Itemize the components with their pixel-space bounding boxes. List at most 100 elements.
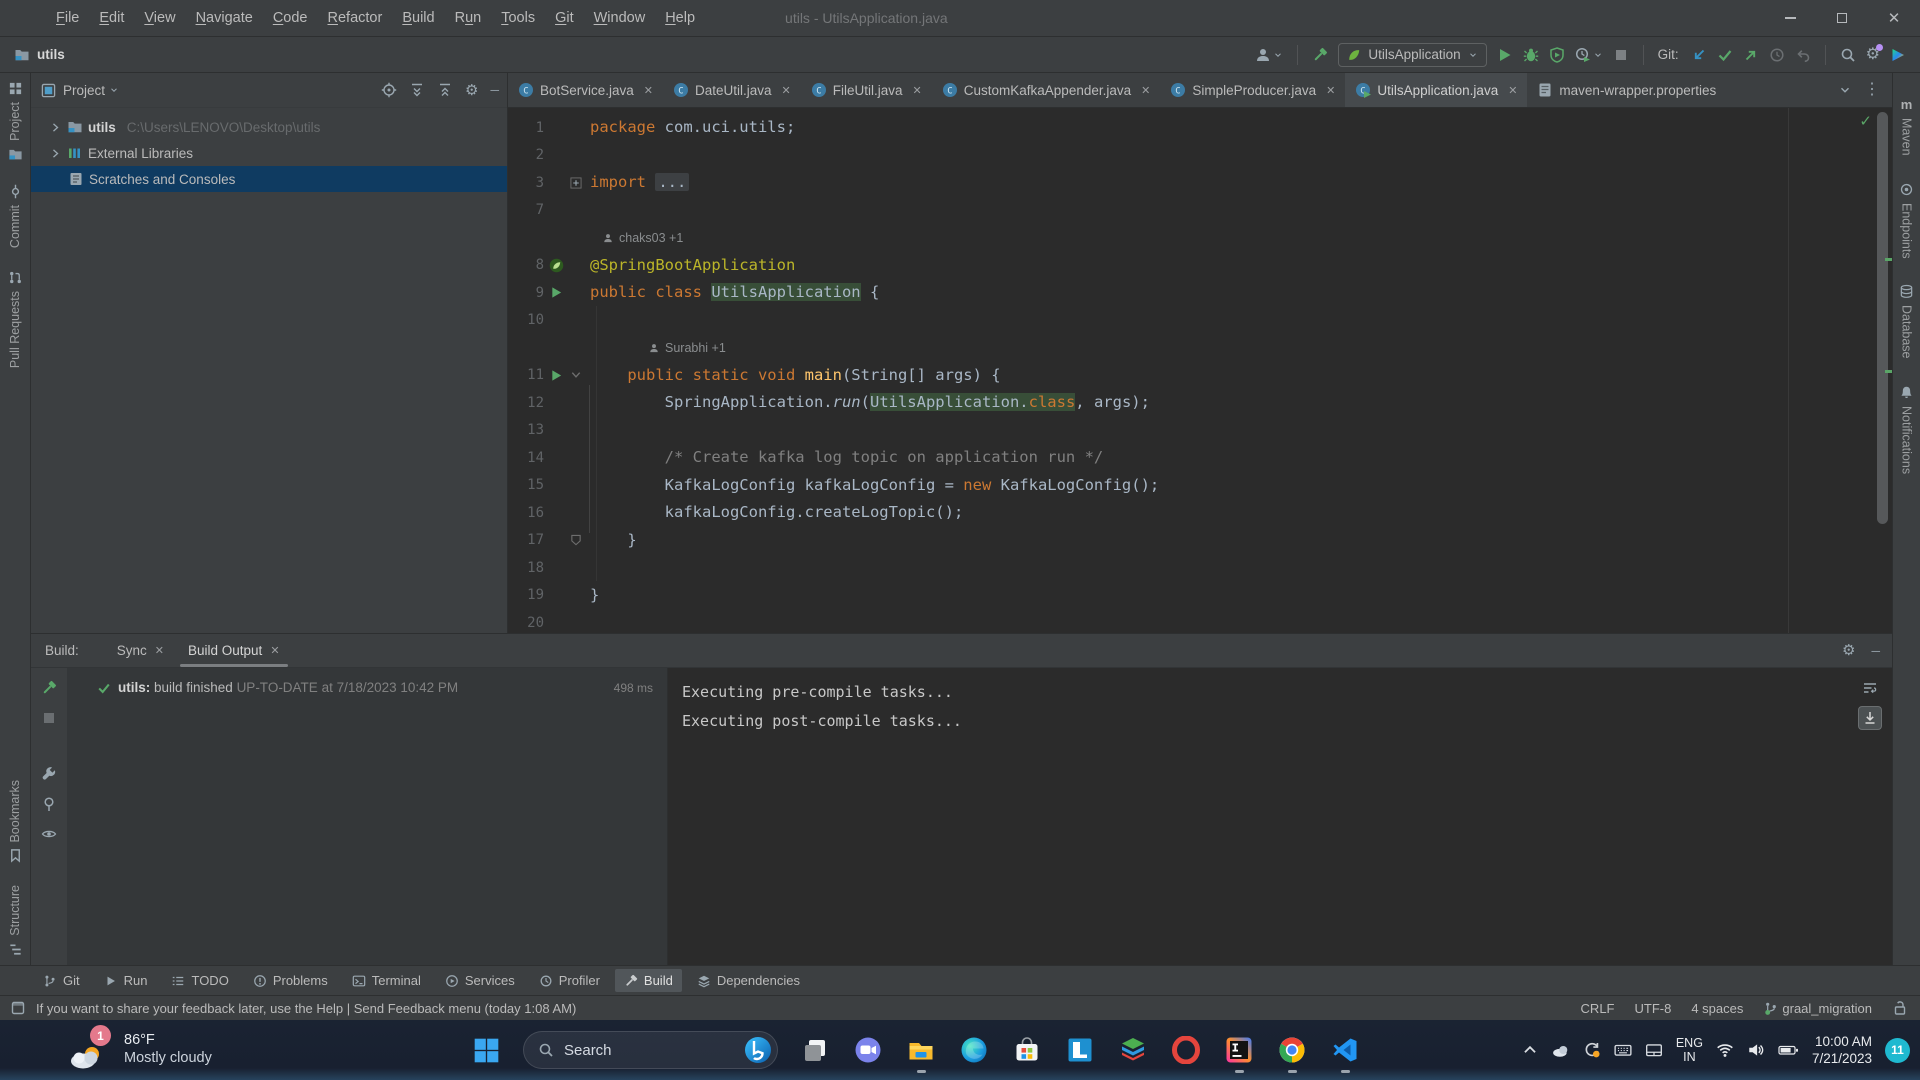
coverage-button[interactable] bbox=[1549, 47, 1565, 63]
opera-taskbar-icon[interactable] bbox=[1170, 1034, 1202, 1066]
close-tab-icon[interactable]: ✕ bbox=[155, 644, 164, 657]
tree-item-external-libraries[interactable]: External Libraries bbox=[31, 140, 507, 166]
menu-item-build[interactable]: Build bbox=[392, 6, 444, 30]
pin-icon[interactable] bbox=[41, 796, 57, 812]
lenovo-taskbar-icon[interactable] bbox=[1064, 1034, 1096, 1066]
sidebar-item-structure[interactable]: Structure bbox=[8, 885, 23, 957]
close-tab-icon[interactable]: ✕ bbox=[913, 84, 922, 97]
bluestacks-taskbar-icon[interactable] bbox=[1117, 1034, 1149, 1066]
soft-wrap-icon[interactable] bbox=[1858, 676, 1882, 700]
notification-count-badge[interactable]: 11 bbox=[1885, 1038, 1910, 1063]
author-hint[interactable]: chaks03 +1 bbox=[602, 231, 683, 245]
encoding-widget[interactable]: UTF-8 bbox=[1635, 1001, 1672, 1016]
sidebar-item-pull-requests[interactable]: Pull Requests bbox=[8, 270, 23, 368]
menu-item-git[interactable]: Git bbox=[545, 6, 584, 30]
expand-all-icon[interactable] bbox=[409, 82, 425, 98]
tab-options-icon[interactable]: ⋮ bbox=[1864, 82, 1880, 98]
fold-end-icon[interactable] bbox=[568, 534, 584, 546]
code-line[interactable]: 3import ... bbox=[508, 169, 1892, 197]
code-line[interactable]: 17 } bbox=[508, 527, 1892, 555]
menu-item-refactor[interactable]: Refactor bbox=[318, 6, 393, 30]
sync-icon[interactable] bbox=[1583, 1041, 1601, 1059]
sidebar-item-commit[interactable]: Commit bbox=[8, 184, 23, 248]
tab-simpleproducer-java[interactable]: CSimpleProducer.java✕ bbox=[1160, 73, 1345, 107]
sidebar-item-notifications[interactable]: Notifications bbox=[1899, 385, 1914, 474]
menu-item-help[interactable]: Help bbox=[655, 6, 705, 30]
tab-maven-wrapper-properties[interactable]: maven-wrapper.properties bbox=[1527, 73, 1726, 107]
run-configuration-select[interactable]: UtilsApplication bbox=[1338, 43, 1486, 67]
start-button[interactable] bbox=[470, 1034, 502, 1066]
clock-widget[interactable]: 10:00 AM 7/21/2023 bbox=[1812, 1033, 1872, 1067]
code-line[interactable]: 11 public static void main(String[] args… bbox=[508, 362, 1892, 390]
git-history-icon[interactable] bbox=[1769, 47, 1785, 63]
minimize-button[interactable] bbox=[1764, 0, 1816, 36]
weather-widget[interactable]: 1 86°F Mostly cloudy bbox=[70, 1027, 212, 1071]
code-line[interactable]: 20 bbox=[508, 609, 1892, 633]
code-vision-hint-row[interactable]: Surabhi +1 bbox=[508, 334, 1892, 362]
build-tab-sync[interactable]: Sync✕ bbox=[105, 634, 176, 667]
git-update-button[interactable] bbox=[1691, 47, 1707, 63]
toolwindow-problems[interactable]: Problems bbox=[244, 969, 337, 992]
preview-eye-icon[interactable] bbox=[41, 826, 57, 842]
tab-customkafkaappender-java[interactable]: CCustomKafkaAppender.java✕ bbox=[932, 73, 1161, 107]
close-tab-icon[interactable]: ✕ bbox=[1326, 84, 1335, 97]
project-name-widget[interactable]: utils bbox=[14, 47, 65, 63]
close-tab-icon[interactable]: ✕ bbox=[1508, 84, 1517, 97]
run-line-icon[interactable] bbox=[550, 286, 563, 299]
build-hammer-icon[interactable] bbox=[1312, 47, 1328, 63]
chevron-down-icon[interactable] bbox=[109, 82, 119, 98]
chrome-taskbar-icon[interactable] bbox=[1276, 1034, 1308, 1066]
code-line[interactable]: 10 bbox=[508, 307, 1892, 335]
edge-taskbar-icon[interactable] bbox=[958, 1034, 990, 1066]
toolwindow-services[interactable]: Services bbox=[436, 969, 524, 992]
menu-item-code[interactable]: Code bbox=[263, 6, 318, 30]
code-line[interactable]: 18 bbox=[508, 554, 1892, 582]
code-line[interactable]: 7 bbox=[508, 197, 1892, 225]
tab-utilsapplication-java[interactable]: CUtilsApplication.java✕ bbox=[1345, 73, 1527, 107]
run-button[interactable] bbox=[1497, 47, 1513, 63]
language-indicator[interactable]: ENG IN bbox=[1676, 1036, 1703, 1064]
lock-icon[interactable] bbox=[1892, 1000, 1908, 1016]
search-everywhere-icon[interactable] bbox=[1840, 47, 1856, 63]
indent-widget[interactable]: 4 spaces bbox=[1691, 1001, 1743, 1016]
intellij-taskbar-icon[interactable] bbox=[1223, 1034, 1255, 1066]
stop-button[interactable] bbox=[1613, 47, 1629, 63]
sidebar-item-database[interactable]: Database bbox=[1899, 284, 1914, 359]
tray-expand-icon[interactable] bbox=[1521, 1041, 1539, 1059]
battery-icon[interactable] bbox=[1778, 1041, 1799, 1059]
tab-fileutil-java[interactable]: CFileUtil.java✕ bbox=[801, 73, 932, 107]
sidebar-item-project[interactable]: Project bbox=[8, 81, 23, 162]
author-hint[interactable]: Surabhi +1 bbox=[648, 341, 726, 355]
close-tab-icon[interactable]: ✕ bbox=[782, 84, 791, 97]
sidebar-item-bookmarks[interactable]: Bookmarks bbox=[8, 780, 23, 864]
code-line[interactable]: 12 SpringApplication.run(UtilsApplicatio… bbox=[508, 389, 1892, 417]
tree-item-scratches-and-consoles[interactable]: Scratches and Consoles bbox=[31, 166, 507, 192]
taskview-taskbar-icon[interactable] bbox=[799, 1034, 831, 1066]
tool-window-switcher-icon[interactable] bbox=[10, 1000, 26, 1016]
build-tab-build-output[interactable]: Build Output✕ bbox=[176, 634, 292, 667]
build-result-row[interactable]: utils: build finished UP-TO-DATE at 7/18… bbox=[67, 676, 667, 699]
menu-item-tools[interactable]: Tools bbox=[491, 6, 545, 30]
tree-item-utils[interactable]: utilsC:\Users\LENOVO\Desktop\utils bbox=[31, 114, 507, 140]
menu-item-run[interactable]: Run bbox=[445, 6, 492, 30]
code-vision-hint-row[interactable]: chaks03 +1 bbox=[508, 224, 1892, 252]
fold-expand-icon[interactable] bbox=[568, 177, 584, 189]
code-line[interactable]: 14 /* Create kafka log topic on applicat… bbox=[508, 444, 1892, 472]
toolwindow-dependencies[interactable]: Dependencies bbox=[688, 969, 809, 992]
gear-icon[interactable]: ⚙ bbox=[465, 83, 478, 98]
build-console[interactable]: Executing pre-compile tasks...Executing … bbox=[668, 668, 1892, 965]
maximize-button[interactable] bbox=[1816, 0, 1868, 36]
project-panel-title[interactable]: Project bbox=[63, 83, 105, 98]
stop-icon[interactable] bbox=[41, 710, 57, 726]
code-line[interactable]: 13 bbox=[508, 417, 1892, 445]
tab-botservice-java[interactable]: CBotService.java✕ bbox=[508, 73, 663, 107]
editor-scrollbar[interactable] bbox=[1877, 112, 1888, 524]
code-line[interactable]: 2 bbox=[508, 142, 1892, 170]
toolwindow-profiler[interactable]: Profiler bbox=[530, 969, 609, 992]
menu-item-navigate[interactable]: Navigate bbox=[186, 6, 263, 30]
code-line[interactable]: 9public class UtilsApplication { bbox=[508, 279, 1892, 307]
line-ending-widget[interactable]: CRLF bbox=[1581, 1001, 1615, 1016]
close-tab-icon[interactable]: ✕ bbox=[1141, 84, 1150, 97]
collapse-all-icon[interactable] bbox=[437, 82, 453, 98]
toolwindow-build[interactable]: Build bbox=[615, 969, 682, 992]
